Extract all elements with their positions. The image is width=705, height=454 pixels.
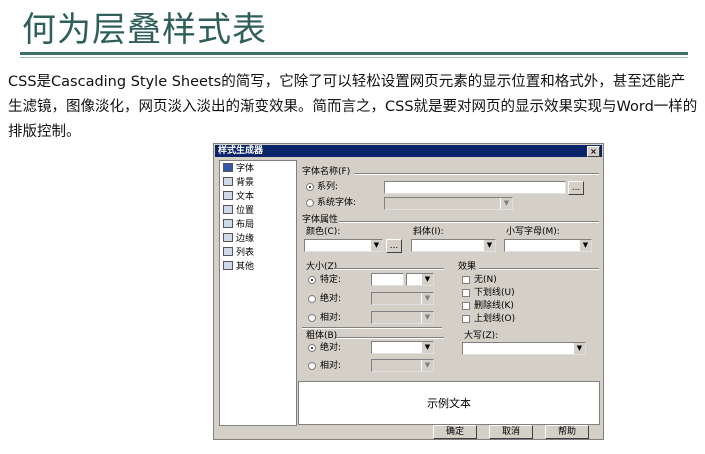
category-label: 边缘 — [236, 234, 255, 244]
category-item-other[interactable]: 其他 — [223, 261, 254, 274]
list-icon — [223, 247, 233, 256]
system-font-radio[interactable] — [306, 199, 314, 207]
group-divider — [334, 268, 444, 270]
size-specific-label: 特定: — [320, 275, 342, 285]
chevron-down-icon: ▼ — [573, 343, 585, 354]
category-label: 位置 — [236, 206, 255, 216]
category-item-position[interactable]: 位置 — [223, 205, 254, 218]
effect-strikethrough-checkbox[interactable] — [462, 302, 470, 310]
background-icon — [223, 177, 233, 186]
family-browse-button[interactable]: ... — [568, 181, 584, 195]
weight-absolute-radio[interactable] — [308, 344, 316, 352]
weight-absolute-select[interactable]: ▼ — [371, 341, 434, 354]
category-label: 其他 — [236, 262, 255, 272]
color-browse-button[interactable]: ... — [386, 239, 402, 253]
border-icon — [223, 233, 233, 242]
family-radio[interactable] — [306, 183, 314, 191]
effects-group-label: 效果 — [458, 262, 477, 272]
family-label: 系列: — [317, 182, 339, 192]
category-label: 背景 — [236, 178, 255, 188]
effect-none-checkbox[interactable] — [462, 276, 470, 284]
size-specific-radio[interactable] — [308, 276, 316, 284]
size-unit-select[interactable]: ▼ — [406, 273, 434, 286]
dialog-title-bar: 样式生成器 × — [215, 145, 602, 157]
weight-absolute-label: 绝对: — [320, 343, 342, 353]
weight-relative-radio[interactable] — [308, 362, 316, 370]
effect-overline-checkbox[interactable] — [462, 315, 470, 323]
effect-underline-label: 下划线(U) — [474, 288, 515, 298]
italic-label: 斜体(I): — [413, 227, 444, 237]
category-item-layout[interactable]: 布局 — [223, 219, 254, 232]
category-item-border[interactable]: 边缘 — [223, 233, 254, 246]
group-divider — [479, 268, 599, 270]
system-font-select[interactable]: ▼ — [384, 197, 513, 210]
effect-underline-checkbox[interactable] — [462, 289, 470, 297]
close-icon[interactable]: × — [587, 146, 600, 157]
font-attr-group-label: 字体属性 — [302, 215, 339, 225]
size-absolute-radio[interactable] — [308, 295, 316, 303]
size-group-label: 大小(Z) — [306, 262, 338, 272]
category-label: 列表 — [236, 248, 255, 258]
help-button[interactable]: 帮助 — [545, 425, 589, 439]
weight-relative-select[interactable]: ▼ — [371, 359, 434, 372]
other-icon — [223, 261, 233, 270]
chevron-down-icon: ▼ — [421, 293, 433, 304]
system-font-label: 系统字体: — [317, 198, 357, 208]
capitalization-label: 大写(Z): — [464, 331, 499, 341]
chevron-down-icon: ▼ — [421, 360, 433, 371]
smallcaps-label: 小写字母(M): — [506, 227, 560, 237]
title-divider — [20, 52, 688, 55]
position-icon — [223, 205, 233, 214]
category-item-background[interactable]: 背景 — [223, 177, 254, 190]
italic-select[interactable]: ▼ — [411, 239, 496, 252]
size-relative-label: 相对: — [320, 313, 342, 323]
font-name-group-label: 字体名称(F) — [302, 167, 351, 177]
preview-text: 示例文本 — [427, 397, 471, 410]
chevron-down-icon: ▼ — [421, 342, 433, 353]
category-label: 字体 — [236, 164, 255, 174]
style-builder-dialog: 样式生成器 × 字体 背景 文本 位置 布局 边缘 列表 其他 字体名称(F) … — [213, 143, 604, 440]
cancel-button[interactable]: 取消 — [489, 425, 533, 439]
chevron-down-icon: ▼ — [483, 240, 495, 251]
group-divider — [336, 337, 444, 339]
category-item-list[interactable]: 列表 — [223, 247, 254, 260]
slide-paragraph: CSS是Cascading Style Sheets的简写，它除了可以轻松设置网… — [8, 74, 698, 140]
weight-relative-label: 相对: — [320, 361, 342, 371]
size-absolute-select[interactable]: ▼ — [371, 292, 434, 305]
family-input[interactable] — [384, 181, 566, 194]
layout-icon — [223, 219, 233, 228]
weight-group-label: 粗体(B) — [306, 331, 338, 341]
chevron-down-icon: ▼ — [500, 198, 512, 209]
size-relative-radio[interactable] — [308, 314, 316, 322]
effect-none-label: 无(N) — [474, 275, 497, 285]
preview-box: 示例文本 — [298, 381, 600, 425]
ok-button[interactable]: 确定 — [433, 425, 477, 439]
effect-strikethrough-label: 删除线(K) — [474, 301, 514, 311]
effect-overline-label: 上划线(O) — [474, 314, 516, 324]
chevron-down-icon: ▼ — [370, 240, 382, 251]
text-icon — [223, 191, 233, 200]
slide-title: 何为层叠样式表 — [22, 10, 267, 50]
dialog-title: 样式生成器 — [218, 146, 264, 156]
color-label: 颜色(C): — [306, 227, 341, 237]
capitalization-select[interactable]: ▼ — [462, 342, 586, 355]
group-divider — [302, 327, 442, 329]
category-item-text[interactable]: 文本 — [223, 191, 254, 204]
chevron-down-icon: ▼ — [421, 274, 433, 285]
category-label: 布局 — [236, 220, 255, 230]
chevron-down-icon: ▼ — [421, 312, 433, 323]
size-absolute-label: 绝对: — [320, 294, 342, 304]
color-select[interactable]: ▼ — [304, 239, 383, 252]
group-divider — [339, 221, 599, 223]
category-item-font[interactable]: 字体 — [223, 163, 254, 176]
group-divider — [354, 173, 599, 175]
category-label: 文本 — [236, 192, 255, 202]
size-specific-input[interactable] — [371, 273, 404, 286]
size-relative-select[interactable]: ▼ — [371, 311, 434, 324]
category-list: 字体 背景 文本 位置 布局 边缘 列表 其他 — [219, 160, 297, 426]
title-divider-thin — [20, 57, 688, 58]
font-icon — [223, 163, 233, 172]
smallcaps-select[interactable]: ▼ — [504, 239, 592, 252]
chevron-down-icon: ▼ — [579, 240, 591, 251]
